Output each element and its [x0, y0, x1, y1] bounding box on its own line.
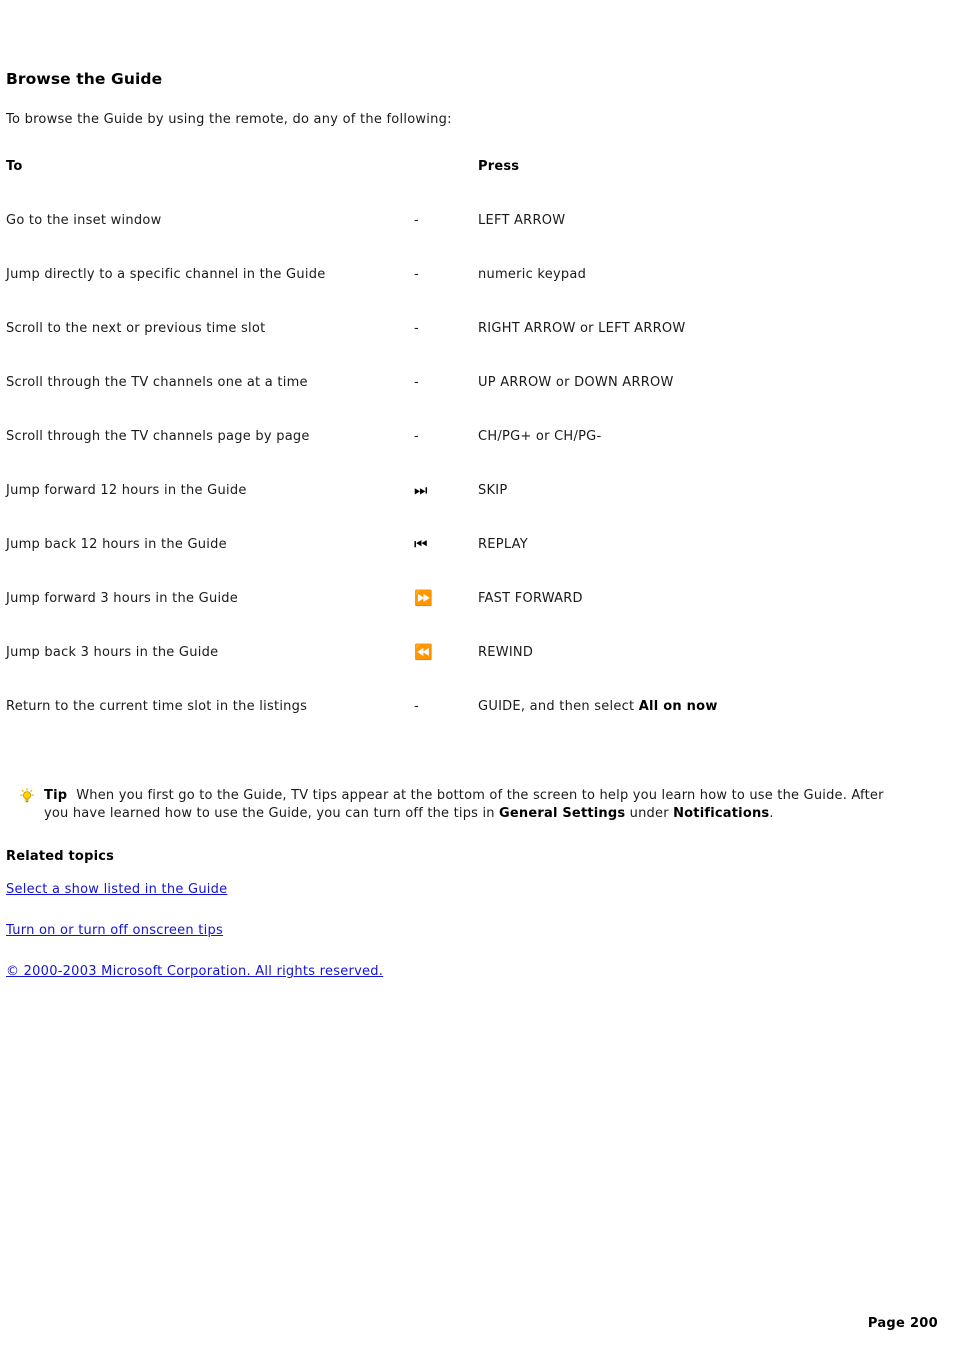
- row-press-value: REWIND: [478, 645, 534, 660]
- row-action-label: Scroll to the next or previous time slot: [6, 321, 266, 336]
- row-action-label: Jump back 3 hours in the Guide: [6, 645, 219, 660]
- rewind-icon: ⏪: [414, 643, 433, 661]
- table-row: Jump forward 3 hours in the Guide ⏩ FAST F…: [6, 591, 930, 645]
- row-action-label: Scroll through the TV channels page by p…: [6, 429, 310, 444]
- table-row: Jump forward 12 hours in the Guide ⏭ SKIP: [6, 483, 930, 537]
- row-press-value: numeric keypad: [478, 267, 587, 282]
- row-action-label: Go to the inset window: [6, 213, 162, 228]
- related-topics-links: Select a show listed in the Guide Turn on…: [6, 878, 930, 979]
- related-topics-heading: Related topics: [6, 849, 115, 864]
- related-link-row: © 2000-2003 Microsoft Corporation. All r…: [6, 960, 930, 979]
- table-row: Scroll to the next or previous time slot…: [6, 321, 930, 375]
- skip-back-icon: ⏮: [414, 535, 428, 553]
- intro-paragraph: To browse the Guide by using the remote,…: [6, 112, 452, 127]
- row-press-value: SKIP: [478, 483, 508, 498]
- row-press-value: UP ARROW or DOWN ARROW: [478, 375, 674, 390]
- skip-back-icon: ⏮: [414, 537, 478, 591]
- tip-label: Tip: [44, 788, 68, 803]
- row-press-text: GUIDE, and then select: [478, 699, 639, 714]
- related-link-row: Select a show listed in the Guide: [6, 878, 930, 919]
- column-header-spacer: [414, 159, 478, 213]
- document-page: Browse the Guide To browse the Guide by …: [0, 0, 954, 1351]
- rewind-icon: ⏪: [414, 645, 478, 699]
- fast-forward-icon: ⏩: [414, 591, 478, 645]
- related-link-row: Turn on or turn off onscreen tips: [6, 919, 930, 960]
- row-action-label: Scroll through the TV channels one at a …: [6, 375, 308, 390]
- row-action-label: Jump forward 12 hours in the Guide: [6, 483, 247, 498]
- tip-text-part-3: .: [769, 806, 774, 821]
- row-dash: -: [414, 321, 419, 336]
- row-press-value: REPLAY: [478, 537, 528, 552]
- skip-forward-icon: ⏭: [414, 481, 428, 499]
- row-dash: -: [414, 267, 419, 282]
- table-row: Jump back 12 hours in the Guide ⏮ REPLAY: [6, 537, 930, 591]
- row-dash: -: [414, 213, 419, 228]
- row-action-label: Jump directly to a specific channel in t…: [6, 267, 326, 282]
- tip-callout: Tip When you first go to the Guide, TV ti…: [6, 787, 930, 823]
- page-number: Page 200: [867, 1316, 938, 1331]
- related-topic-link[interactable]: © 2000-2003 Microsoft Corporation. All r…: [6, 964, 383, 979]
- page-title: Browse the Guide: [6, 70, 163, 88]
- lightbulb-icon: [20, 788, 34, 804]
- row-press-value: FAST FORWARD: [478, 591, 583, 606]
- row-press-bold-text: All on now: [638, 699, 718, 714]
- row-press-value: CH/PG+ or CH/PG-: [478, 429, 602, 444]
- fast-forward-icon: ⏩: [414, 589, 433, 607]
- column-header-press: Press: [478, 159, 520, 174]
- table-row: Go to the inset window - LEFT ARROW: [6, 213, 930, 267]
- column-header-action: To: [6, 159, 23, 174]
- table-row: Return to the current time slot in the l…: [6, 699, 930, 753]
- row-action-label: Jump forward 3 hours in the Guide: [6, 591, 239, 606]
- tip-text-part-2: under: [625, 806, 674, 821]
- skip-forward-icon: ⏭: [414, 483, 478, 537]
- row-press-value: RIGHT ARROW or LEFT ARROW: [478, 321, 686, 336]
- table-row: Scroll through the TV channels page by p…: [6, 429, 930, 483]
- table-body: Go to the inset window - LEFT ARROW Jump di…: [6, 213, 930, 753]
- table-row: Jump back 3 hours in the Guide ⏪ REWIND: [6, 645, 930, 699]
- guide-shortcuts-table: To Press Go to the inset window - LEFT ARR…: [6, 159, 930, 753]
- row-action-label: Jump back 12 hours in the Guide: [6, 537, 227, 552]
- row-dash: -: [414, 699, 419, 714]
- table-header-row: To Press: [6, 159, 930, 213]
- table-row: Scroll through the TV channels one at a …: [6, 375, 930, 429]
- tip-bold-general-settings: General Settings: [499, 806, 626, 821]
- row-press-value: LEFT ARROW: [478, 213, 566, 228]
- table-row: Jump directly to a specific channel in t…: [6, 267, 930, 321]
- related-topic-link[interactable]: Turn on or turn off onscreen tips: [6, 923, 223, 938]
- related-topic-link[interactable]: Select a show listed in the Guide: [6, 882, 227, 897]
- row-dash: -: [414, 429, 419, 444]
- row-press-value: GUIDE, and then select All on now: [478, 699, 930, 753]
- tip-bold-notifications: Notifications: [673, 806, 770, 821]
- row-action-label: Return to the current time slot in the l…: [6, 699, 308, 714]
- row-dash: -: [414, 375, 419, 390]
